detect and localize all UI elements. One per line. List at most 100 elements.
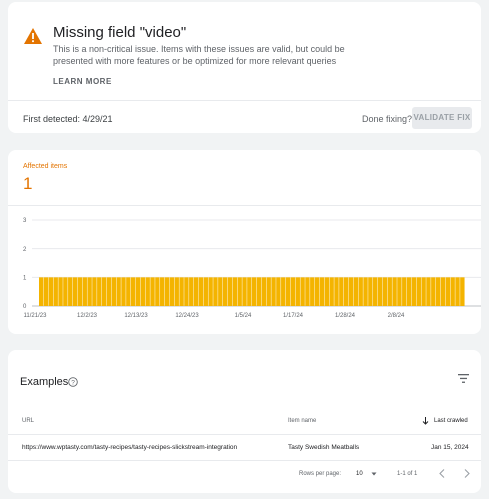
chart-bar (58, 277, 63, 306)
first-detected-text: First detected: 4/29/21 (23, 114, 113, 124)
chart-bar (43, 277, 49, 306)
x-tick-label: 1/5/24 (235, 313, 252, 319)
issue-card: Missing field "video" This is a non-crit… (8, 2, 481, 133)
chart-bar (397, 277, 402, 306)
learn-more-link[interactable]: LEARN MORE (53, 77, 112, 86)
x-tick-label: 11/21/23 (24, 313, 48, 319)
examples-title: Examples (20, 376, 69, 388)
chart-bar (121, 277, 126, 306)
chart-bar (174, 277, 179, 306)
examples-card: Examples ? URL Item name Last crawled ht… (8, 350, 481, 493)
column-header-last-crawled[interactable]: Last crawled (434, 418, 468, 424)
chart-bar (135, 277, 141, 306)
chart-bar (450, 277, 455, 306)
chart-bar (276, 277, 281, 306)
chart-bar (193, 277, 199, 306)
chart-bar (324, 277, 329, 306)
chart-bar (198, 277, 204, 306)
pagination-range: 1-1 of 1 (397, 471, 418, 477)
chart-bar (97, 277, 102, 306)
x-tick-label: 2/8/24 (388, 313, 405, 319)
chart-bar (435, 277, 441, 306)
issue-title: Missing field "video" (53, 24, 187, 41)
rows-per-page-label: Rows per page: (299, 471, 342, 477)
chevron-down-icon[interactable] (371, 471, 377, 477)
sort-down-arrow-icon[interactable] (422, 417, 429, 425)
chart-bar (426, 277, 431, 306)
chart-bar (334, 277, 339, 306)
chart-bar (68, 277, 73, 306)
chart-bar (39, 277, 44, 306)
chart-bar (189, 277, 194, 306)
chart-bar (106, 277, 112, 306)
chart-bar (455, 277, 460, 306)
chart-bar (348, 277, 354, 306)
divider (8, 100, 481, 101)
y-tick-label: 0 (23, 304, 27, 310)
validate-fix-button[interactable]: VALIDATE FIX (412, 107, 472, 129)
chart-bar (203, 277, 208, 306)
row-url[interactable]: https://www.wptasty.com/tasty-recipes/ta… (22, 444, 237, 451)
chart-bar (431, 277, 436, 306)
chart-bar (368, 277, 373, 306)
done-fixing-label: Done fixing? (362, 114, 413, 124)
chart-bar (77, 277, 83, 306)
column-header-url: URL (22, 418, 35, 424)
chart-bar (242, 277, 247, 306)
chart-bar (411, 277, 417, 306)
chart-bar (406, 277, 412, 306)
chart-bar (87, 277, 92, 306)
chart-bar (48, 277, 54, 306)
chart-bar (63, 277, 68, 306)
chart-bar (377, 277, 383, 306)
chart-bar (101, 277, 107, 306)
help-icon[interactable]: ? (68, 377, 78, 387)
chart-bar (329, 277, 334, 306)
chart-bar (271, 277, 276, 306)
chart-bar (358, 277, 363, 306)
chart-bar (179, 277, 184, 306)
chevron-left-icon[interactable] (438, 469, 446, 478)
filter-icon[interactable] (458, 374, 469, 383)
chart-bar (92, 277, 97, 306)
svg-text:?: ? (71, 379, 75, 386)
chart-bar (169, 277, 175, 306)
chart-bar (126, 277, 131, 306)
divider (8, 434, 481, 435)
rows-per-page-select[interactable]: 10 (356, 471, 363, 477)
chart-bar (145, 277, 150, 306)
chart-bar (53, 277, 58, 306)
chart-bar (310, 277, 315, 306)
chart-bar (256, 277, 262, 306)
chart-bar (314, 277, 320, 306)
chart-bar (252, 277, 257, 306)
chart-bar (373, 277, 378, 306)
chart-bar (237, 277, 242, 306)
affected-items-label: Affected items (23, 163, 68, 170)
chart-bar (343, 277, 349, 306)
chart-bar (227, 277, 233, 306)
chart-bar (261, 277, 267, 306)
chart-bar (160, 277, 165, 306)
chart-bar (218, 277, 223, 306)
issue-description: This is a non-critical issue. Items with… (53, 44, 345, 66)
y-tick-label: 2 (23, 247, 27, 253)
chart-bar (387, 277, 392, 306)
chart-bar (184, 277, 189, 306)
chart-bar (382, 277, 388, 306)
affected-items-count: 1 (23, 174, 33, 193)
chart-bar (402, 277, 407, 306)
chart-bar (353, 277, 359, 306)
chart-bar (130, 277, 136, 306)
chevron-right-icon[interactable] (463, 469, 471, 478)
chart-bar (285, 277, 291, 306)
chart-bar (232, 277, 238, 306)
row-last-crawled: Jan 15, 2024 (431, 444, 469, 451)
column-header-item-name: Item name (288, 418, 317, 424)
affected-items-card: Affected items 1 0 1 2 3 11/21/23 12/2/23 12/1… (8, 150, 481, 334)
chart-bar (82, 277, 87, 306)
chart-bar (290, 277, 296, 306)
chart-bar (363, 277, 368, 306)
x-tick-label: 1/17/24 (283, 313, 304, 319)
x-tick-label: 12/13/23 (124, 313, 148, 319)
